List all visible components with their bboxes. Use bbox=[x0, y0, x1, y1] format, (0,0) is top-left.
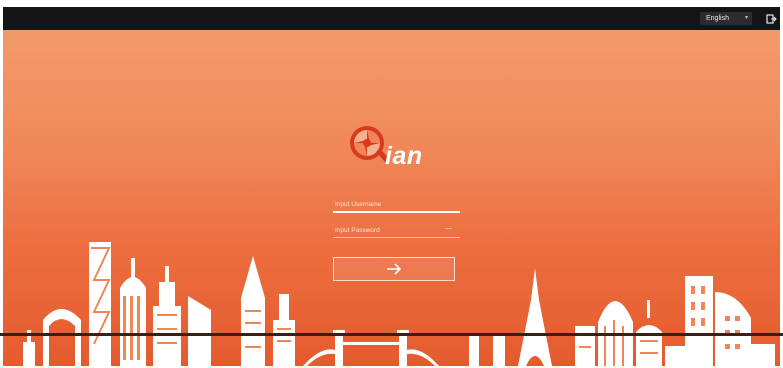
language-select-value: English bbox=[706, 15, 729, 22]
exit-button[interactable] bbox=[765, 12, 777, 24]
top-border bbox=[0, 0, 783, 7]
chevron-down-icon: ▾ bbox=[744, 15, 748, 21]
top-bar: English ▾ bbox=[3, 7, 780, 30]
language-select[interactable]: English ▾ bbox=[700, 12, 752, 25]
login-background: ian ⌣⌣ bbox=[3, 30, 780, 366]
ground-strip bbox=[0, 333, 783, 336]
logout-icon bbox=[766, 14, 777, 24]
city-skyline-illustration bbox=[23, 242, 775, 366]
